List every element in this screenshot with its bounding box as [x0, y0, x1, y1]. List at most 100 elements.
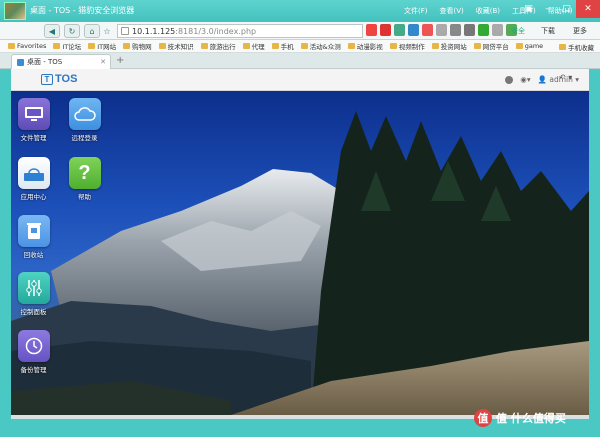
tos-logo-icon: T — [41, 73, 53, 85]
address-path: :8181/3.0/index.php — [175, 26, 257, 36]
bookmark-item[interactable]: IT论坛 — [53, 41, 81, 51]
tos-page: T TOS ◉▾ 👤 admin ▾ 文件管理 远程登录 应用中心 ? 帮助 回… — [11, 69, 589, 415]
new-tab-icon[interactable]: + — [116, 55, 124, 66]
help-icon: ? — [68, 157, 101, 189]
tos-header: T TOS ◉▾ 👤 admin ▾ — [11, 69, 589, 91]
page-icon — [121, 27, 129, 35]
tab-favicon-icon — [17, 58, 24, 66]
home-button[interactable]: ⌂ — [84, 24, 100, 38]
app-center-icon — [17, 157, 50, 189]
settings-icon[interactable] — [492, 24, 503, 36]
folder-icon — [88, 43, 96, 49]
extension-video-icon[interactable] — [380, 24, 391, 36]
backup-icon — [17, 330, 50, 362]
star-icon[interactable]: ☆ — [101, 24, 113, 38]
title-bar: 桌面 - TOS - 猎豹安全浏览器 文件(F) 查看(V) 收藏(B) 工具(… — [0, 0, 600, 22]
desktop-icon-recycle-bin[interactable]: 回收站 — [11, 215, 56, 259]
desktop-icon-file-manager[interactable]: 文件管理 — [11, 98, 56, 142]
icon-label: 应用中心 — [20, 193, 47, 201]
share-icon[interactable] — [450, 24, 461, 36]
folder-icon — [123, 43, 131, 49]
folder-icon — [300, 43, 308, 49]
refresh-button[interactable]: ↻ — [64, 24, 80, 38]
menu-view[interactable]: 查看(V) — [440, 6, 464, 16]
folder-icon — [389, 43, 397, 49]
bookmark-item[interactable]: 动漫影视 — [347, 41, 383, 51]
minimize-icon[interactable]: – — [538, 0, 557, 18]
menu-favorites[interactable]: 收藏(B) — [476, 6, 500, 16]
icon-label: 备份管理 — [20, 366, 47, 374]
folder-icon — [271, 43, 279, 49]
skin-icon[interactable]: ▣ — [519, 0, 538, 18]
globe-icon[interactable]: ◉▾ — [520, 75, 530, 84]
info-icon[interactable] — [505, 75, 514, 84]
desktop-icon-remote-login[interactable]: 远程登录 — [62, 98, 107, 142]
address-host: 10.1.1.125 — [132, 26, 176, 36]
extension-cloud-icon[interactable] — [422, 24, 433, 36]
check-icon[interactable] — [394, 24, 405, 36]
folder-icon — [200, 43, 208, 49]
bookmark-item[interactable]: 旅游出行 — [200, 41, 236, 51]
bookmark-item[interactable]: 代理 — [242, 41, 265, 51]
desktop-icon-app-center[interactable]: 应用中心 — [11, 157, 56, 201]
desktop-icon-control-panel[interactable]: 控制面板 — [11, 272, 56, 316]
bookmark-item[interactable]: game — [515, 42, 543, 50]
desktop-icon-backup[interactable]: 备份管理 — [11, 330, 56, 374]
tab-close-icon[interactable]: ✕ — [100, 58, 106, 66]
bookmark-item[interactable]: 购物网 — [123, 41, 152, 51]
folder-icon — [53, 43, 61, 49]
watermark-logo-icon: 值 — [474, 409, 492, 427]
bookmark-item[interactable]: 视频制作 — [389, 41, 425, 51]
more-button[interactable]: 更多 — [573, 26, 587, 36]
toolbar-extensions — [366, 24, 517, 36]
icon-label: 文件管理 — [20, 134, 47, 142]
folder-icon — [473, 43, 481, 49]
tab-desktop[interactable]: 桌面 - TOS ✕ — [11, 54, 111, 69]
bookmark-item[interactable]: 技术知识 — [158, 41, 194, 51]
extension-red-icon[interactable] — [366, 24, 377, 36]
icon-label: 帮助 — [78, 193, 91, 201]
tos-logo-text: TOS — [55, 73, 78, 85]
desktop-icon-help[interactable]: ? 帮助 — [62, 157, 107, 201]
address-bar[interactable]: 10.1.1.125:8181/3.0/index.php — [117, 24, 363, 38]
icon-label: 控制面板 — [20, 308, 47, 316]
bookmark-mobile[interactable]: 手机收藏 — [559, 42, 594, 52]
menu-file[interactable]: 文件(F) — [404, 6, 428, 16]
icon-label: 回收站 — [23, 251, 44, 259]
window-title: 桌面 - TOS - 猎豹安全浏览器 — [30, 6, 135, 15]
cloud-icon — [68, 98, 101, 130]
folder-icon — [431, 43, 439, 49]
extension-blue-icon[interactable] — [408, 24, 419, 36]
file-manager-icon — [17, 98, 50, 130]
bookmark-item[interactable]: 投资网站 — [431, 41, 467, 51]
bookmark-favorites[interactable]: Favorites — [8, 42, 46, 50]
bookmark-item[interactable]: 手机 — [271, 41, 294, 51]
recycle-bin-icon — [17, 215, 50, 247]
bookmark-item[interactable]: 网贷平台 — [473, 41, 509, 51]
bookmark-item[interactable]: IT网站 — [88, 41, 116, 51]
close-icon[interactable]: ✕ — [576, 0, 600, 18]
watermark: 值 值 什么值得买 — [474, 409, 566, 427]
folder-icon — [8, 43, 15, 49]
control-panel-icon — [17, 272, 50, 304]
dropdown-icon[interactable] — [436, 24, 447, 36]
bookmark-bar: Favorites IT论坛 IT网站 购物网 技术知识 旅游出行 代理 手机 … — [0, 40, 600, 53]
navigation-bar: ◀ ↻ ⌂ ☆ 10.1.1.125:8181/3.0/index.php 安全… — [0, 22, 600, 40]
folder-icon — [515, 43, 523, 49]
user-icon: 👤 — [537, 75, 547, 84]
download-button[interactable]: 下载 — [541, 26, 555, 36]
fullscreen-icon[interactable] — [464, 24, 475, 36]
back-button[interactable]: ◀ — [44, 24, 60, 38]
icon-label: 远程登录 — [71, 134, 98, 142]
watermark-text: 值 什么值得买 — [496, 412, 566, 425]
tos-logo[interactable]: T TOS — [41, 73, 77, 85]
folder-icon — [158, 43, 166, 49]
browser-avatar-icon[interactable] — [4, 2, 26, 20]
maximize-icon[interactable]: □ — [557, 0, 576, 18]
restore-icon[interactable]: ↶ ▾ — [559, 73, 572, 82]
bookmark-item[interactable]: 活动&众测 — [300, 41, 341, 51]
speed-icon[interactable] — [478, 24, 489, 36]
safe-label[interactable]: 安全 — [511, 26, 525, 36]
browser-window: 桌面 - TOS - 猎豹安全浏览器 文件(F) 查看(V) 收藏(B) 工具(… — [0, 0, 600, 437]
folder-icon — [559, 44, 566, 50]
